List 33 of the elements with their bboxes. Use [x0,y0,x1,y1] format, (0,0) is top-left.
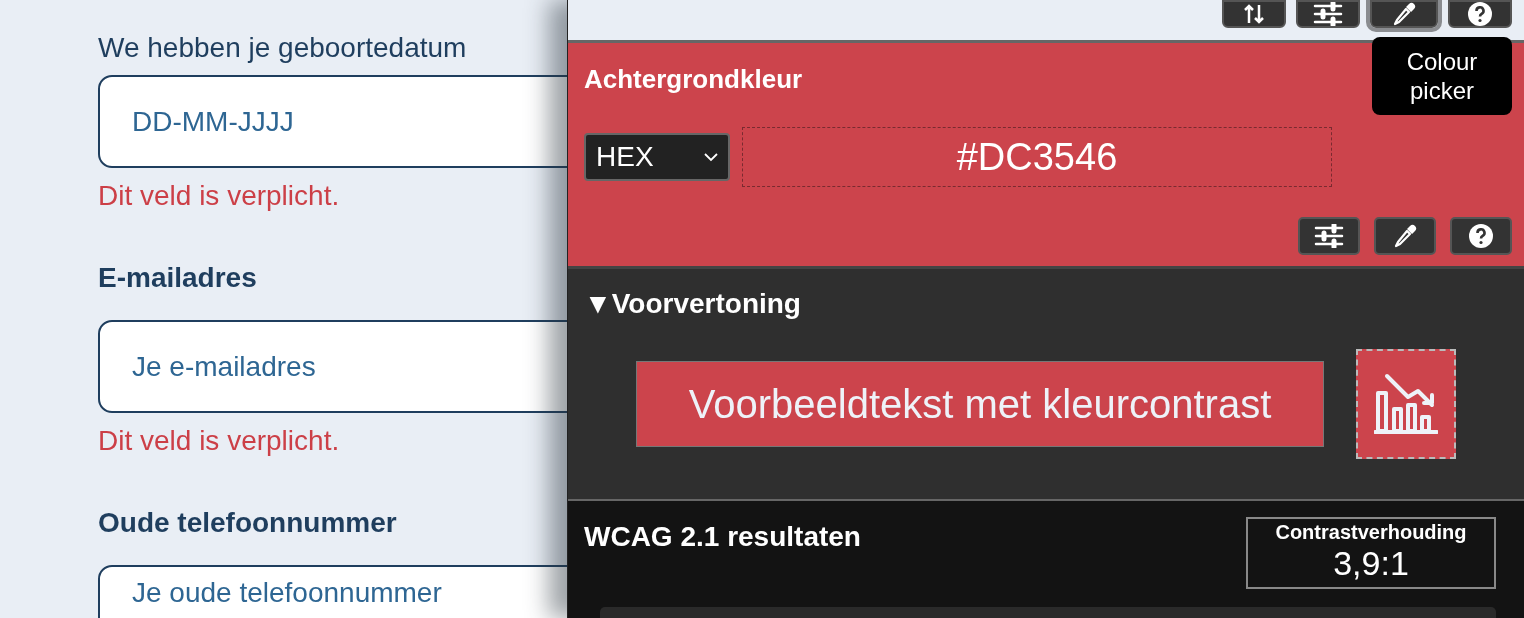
chart-button[interactable] [1356,349,1456,459]
tool-button[interactable] [1298,217,1360,255]
tool-button[interactable] [1374,217,1436,255]
section-title: WCAG 2.1 resultaten [584,521,861,553]
section-heading: Achtergrondkleur [584,63,803,95]
toolbar-button[interactable] [1296,0,1360,28]
declining-chart-icon [1374,373,1438,435]
input-field[interactable]: Je oude telefoonnummer [98,565,567,618]
input-field[interactable]: Je e-mailadres [98,320,567,413]
input-field[interactable]: DD-MM-JJJJ [98,75,567,168]
toolbar-button[interactable] [1448,0,1512,28]
eyedropper-icon [1392,2,1416,26]
toolbar-button[interactable] [1222,0,1286,28]
sliders-icon [1314,224,1344,248]
format-dropdown[interactable]: HEX [584,133,730,181]
tooltip: Colour picker [1372,37,1512,115]
field-label: Oude telefoonnummer [98,506,398,540]
help-icon [1467,1,1493,27]
ratio-value: 3,9:1 [1333,544,1409,583]
eyedropper-icon [1393,224,1417,248]
field-label: E-mailadres [98,261,258,295]
field-hint: We hebben je geboortedatum [98,31,468,65]
error-message: Dit veld is verplicht. [98,179,341,213]
chevron-down-icon [704,152,718,162]
sample-text: Voorbeeldtekst met kleurcontrast [636,361,1324,447]
sort-arrows-icon [1243,3,1265,25]
preview-toggle[interactable]: ▼Voorvertoning [584,287,801,321]
color-value-field[interactable]: #DC3546 [742,127,1332,187]
tool-button[interactable] [1450,217,1512,255]
help-icon [1468,223,1494,249]
ratio-label: Contrastverhouding [1275,521,1467,544]
error-message: Dit veld is verplicht. [98,424,341,458]
sliders-icon [1313,2,1343,26]
